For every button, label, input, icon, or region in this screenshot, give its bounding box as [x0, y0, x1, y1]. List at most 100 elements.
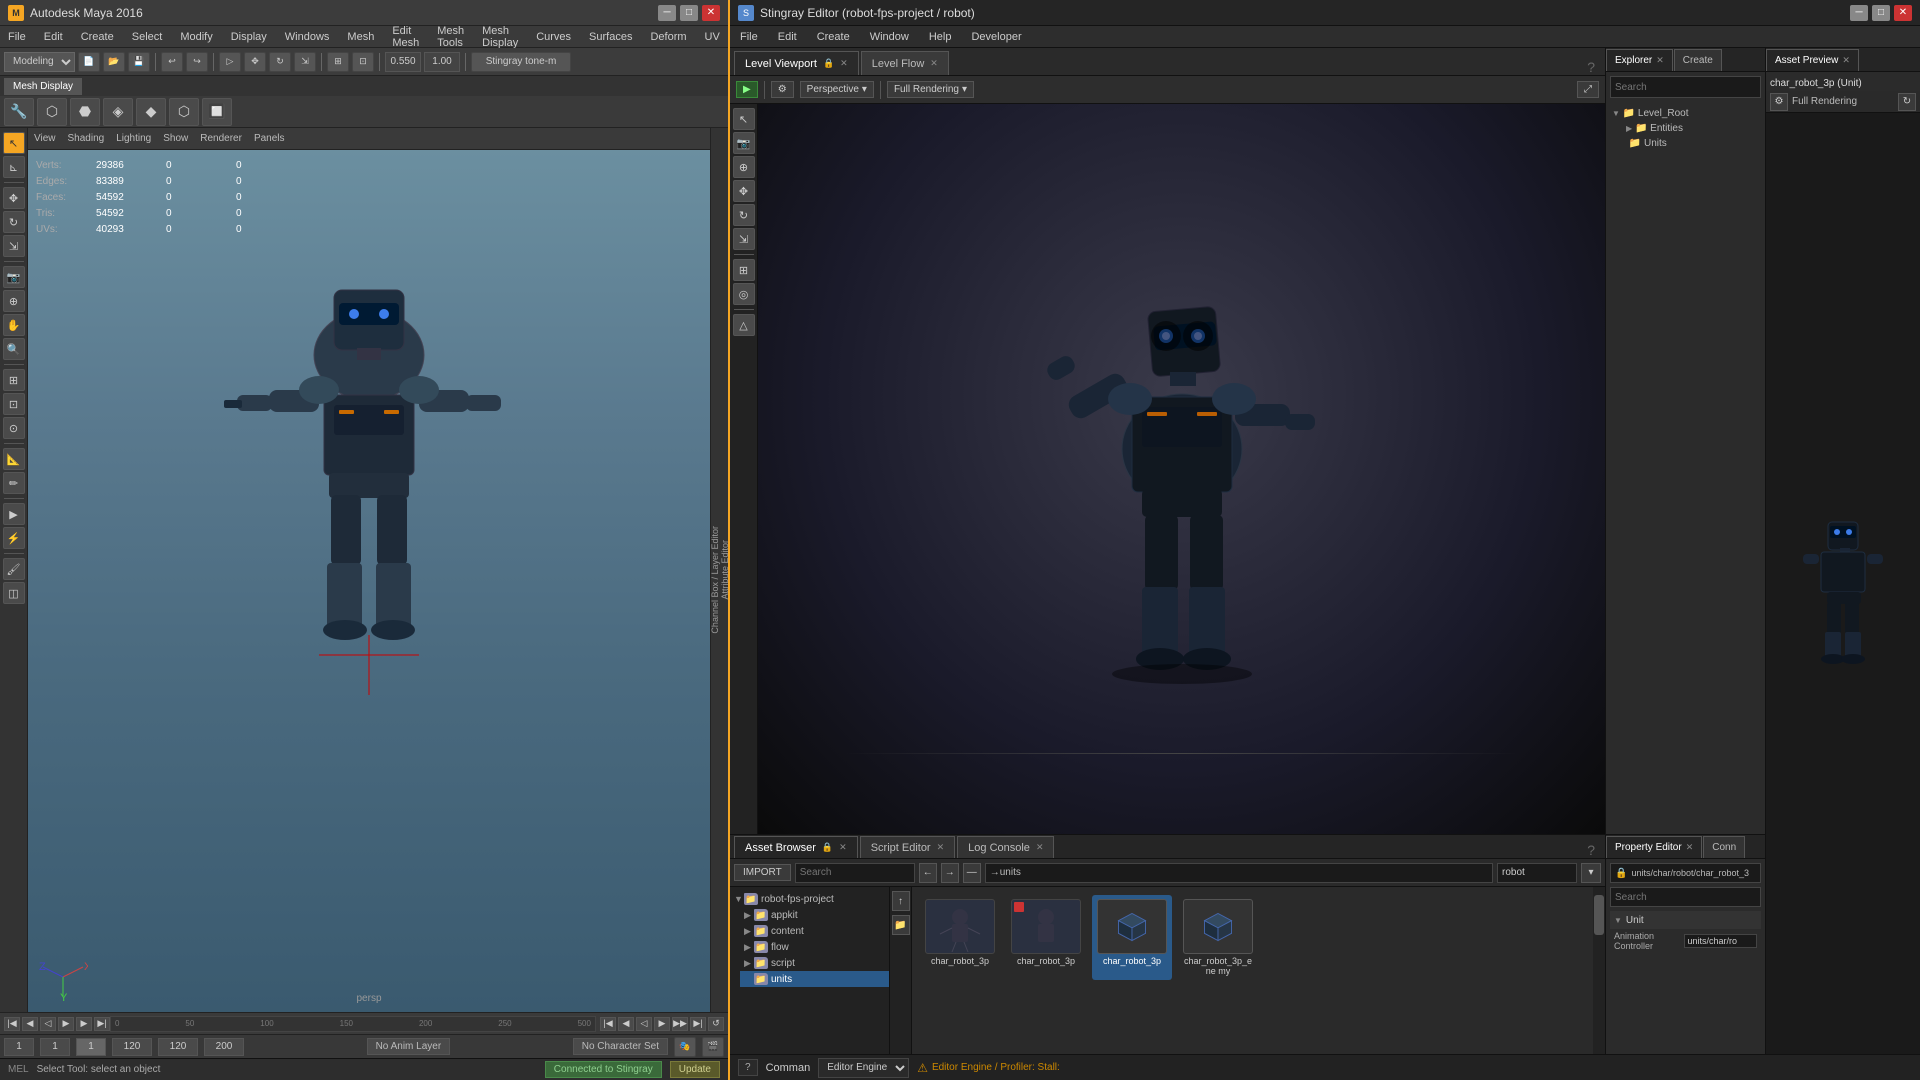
tree-appkit[interactable]: ▶ 📁 appkit — [740, 907, 889, 923]
annotate-tool[interactable]: ✏ — [3, 472, 25, 494]
ab-forward-button[interactable]: → — [941, 863, 959, 883]
tree-units[interactable]: 📁 units — [740, 971, 889, 987]
char-icon[interactable]: 🎭 — [674, 1037, 696, 1057]
tab-property-editor[interactable]: Property Editor ✕ — [1606, 836, 1702, 858]
play-back-button[interactable]: ◁ — [40, 1017, 56, 1031]
asset-char-robot-unit1[interactable]: char_robot_3p — [1092, 895, 1172, 980]
shelf-icon-4[interactable]: ◈ — [103, 98, 133, 126]
sr-maximize-button[interactable]: □ — [1872, 5, 1890, 21]
timeline-start-input[interactable] — [4, 1038, 34, 1056]
maya-menu-surfaces[interactable]: Surfaces — [585, 29, 636, 45]
maya-menu-edit-mesh[interactable]: Edit Mesh — [388, 23, 423, 51]
shelf-icon-3[interactable]: ⬣ — [70, 98, 100, 126]
sr-play-button[interactable]: ▶ — [736, 81, 758, 98]
sr-move-tool[interactable]: ✥ — [733, 180, 755, 202]
ab-up-button[interactable]: — — [963, 863, 981, 883]
toolbar-stingray-icon[interactable]: Stingray tone-m — [471, 52, 571, 72]
skip-back2-button[interactable]: |◀ — [600, 1017, 616, 1031]
sr-close-button[interactable]: ✕ — [1894, 5, 1912, 21]
maya-menu-mesh[interactable]: Mesh — [343, 29, 378, 45]
toolbar-transform-icon[interactable]: ✥ — [244, 52, 266, 72]
maya-menu-uv[interactable]: UV — [701, 29, 724, 45]
skip-back-button[interactable]: |◀ — [4, 1017, 20, 1031]
scale-tool[interactable]: ⇲ — [3, 235, 25, 257]
sr-scale-tool[interactable]: ⇲ — [733, 228, 755, 250]
sr-camera-tool[interactable]: 📷 — [733, 132, 755, 154]
timeline-end2-input[interactable] — [158, 1038, 198, 1056]
toolbar-redo-icon[interactable]: ↪ — [186, 52, 208, 72]
skip-forward2-button[interactable]: ▶| — [690, 1017, 706, 1031]
pan-tool[interactable]: ✋ — [3, 314, 25, 336]
tree-flow[interactable]: ▶ 📁 flow — [740, 939, 889, 955]
prev2-button[interactable]: ◀ — [618, 1017, 634, 1031]
maya-mode-select[interactable]: Modeling — [4, 52, 75, 72]
maya-value1-input[interactable] — [385, 52, 421, 72]
snap-grid-tool[interactable]: ⊞ — [3, 369, 25, 391]
ab-upload-button[interactable]: ↑ — [892, 891, 910, 911]
tab-asset-browser[interactable]: Asset Browser 🔒 ✕ — [734, 836, 858, 858]
lasso-tool[interactable]: ⊾ — [3, 156, 25, 178]
pe-unit-header[interactable]: ▼ Unit — [1610, 911, 1761, 929]
ab-help-icon[interactable]: ? — [1581, 842, 1601, 858]
exp-level-root[interactable]: ▼ 📁 Level_Root — [1606, 106, 1765, 121]
viewport-menu-show[interactable]: Show — [163, 133, 188, 144]
tab-script-editor[interactable]: Script Editor ✕ — [860, 836, 955, 858]
maya-menu-mesh-tools[interactable]: Mesh Tools — [433, 23, 468, 51]
play-button[interactable]: ▶ — [58, 1017, 74, 1031]
connected-button[interactable]: Connected to Stingray — [545, 1061, 662, 1078]
rotate-tool[interactable]: ↻ — [3, 211, 25, 233]
expand-button[interactable]: ⤢ — [1577, 81, 1599, 98]
prev-frame-button[interactable]: ◀ — [22, 1017, 38, 1031]
viewport-help-icon[interactable]: ? — [1581, 59, 1601, 75]
timeline-end1-input[interactable] — [112, 1038, 152, 1056]
sr-help-button[interactable]: ? — [738, 1059, 758, 1076]
toolbar-scale-icon[interactable]: ⇲ — [294, 52, 316, 72]
tab-level-viewport[interactable]: Level Viewport 🔒 ✕ — [734, 51, 859, 75]
maya-value2-input[interactable] — [424, 52, 460, 72]
toolbar-save-icon[interactable]: 💾 — [128, 52, 150, 72]
sr-settings-button[interactable]: ⚙ — [771, 81, 794, 98]
toolbar-snap2-icon[interactable]: ⊡ — [352, 52, 374, 72]
ab-filter-input[interactable] — [1497, 863, 1577, 883]
import-button[interactable]: IMPORT — [734, 864, 791, 881]
maya-menu-create[interactable]: Create — [77, 29, 118, 45]
maya-minimize-button[interactable]: ─ — [658, 5, 676, 21]
shelf-icon-7[interactable]: 🔲 — [202, 98, 232, 126]
sr-menu-help[interactable]: Help — [925, 29, 956, 45]
tab-log-console[interactable]: Log Console ✕ — [957, 836, 1054, 858]
tree-content[interactable]: ▶ 📁 content — [740, 923, 889, 939]
next-frame-button[interactable]: ▶ — [76, 1017, 92, 1031]
camera-tool[interactable]: 📷 — [3, 266, 25, 288]
toolbar-select-icon[interactable]: ▷ — [219, 52, 241, 72]
maya-menu-curves[interactable]: Curves — [532, 29, 575, 45]
play-back2-button[interactable]: ◁ — [636, 1017, 652, 1031]
maya-menu-mesh-display[interactable]: Mesh Display — [478, 23, 522, 51]
select-tool[interactable]: ↖ — [3, 132, 25, 154]
play2-button[interactable]: ▶ — [654, 1017, 670, 1031]
toolbar-open-icon[interactable]: 📂 — [103, 52, 125, 72]
shelf-icon-2[interactable]: ⬡ — [37, 98, 67, 126]
asset-char-robot-anim1[interactable]: char_robot_3p — [920, 895, 1000, 980]
sr-menu-create[interactable]: Create — [813, 29, 854, 45]
sr-menu-window[interactable]: Window — [866, 29, 913, 45]
viewport-close-icon[interactable]: ✕ — [840, 58, 848, 69]
timeline-current2-input[interactable] — [76, 1038, 106, 1056]
tab-explorer[interactable]: Explorer ✕ — [1606, 49, 1673, 71]
measure-tool[interactable]: 📐 — [3, 448, 25, 470]
exp-entities[interactable]: ▶ 📁 Entities — [1606, 121, 1765, 136]
asset-char-robot-anim2[interactable]: char_robot_3p — [1006, 895, 1086, 980]
next2-button[interactable]: ▶▶ — [672, 1017, 688, 1031]
orbit-tool[interactable]: ⊕ — [3, 290, 25, 312]
sr-select-tool[interactable]: ↖ — [733, 108, 755, 130]
skip-forward-button[interactable]: ▶| — [94, 1017, 110, 1031]
maya-menu-modify[interactable]: Modify — [176, 29, 216, 45]
maya-close-button[interactable]: ✕ — [702, 5, 720, 21]
sr-menu-developer[interactable]: Developer — [967, 29, 1025, 45]
maya-menu-edit[interactable]: Edit — [40, 29, 67, 45]
snap-curve-tool[interactable]: ⊡ — [3, 393, 25, 415]
exp-units[interactable]: 📁 Units — [1606, 136, 1765, 151]
maya-menu-display[interactable]: Display — [227, 29, 271, 45]
loop-button[interactable]: ↺ — [708, 1017, 724, 1031]
sr-snap-tool[interactable]: ⊞ — [733, 259, 755, 281]
ab-close-icon[interactable]: ✕ — [839, 842, 847, 853]
